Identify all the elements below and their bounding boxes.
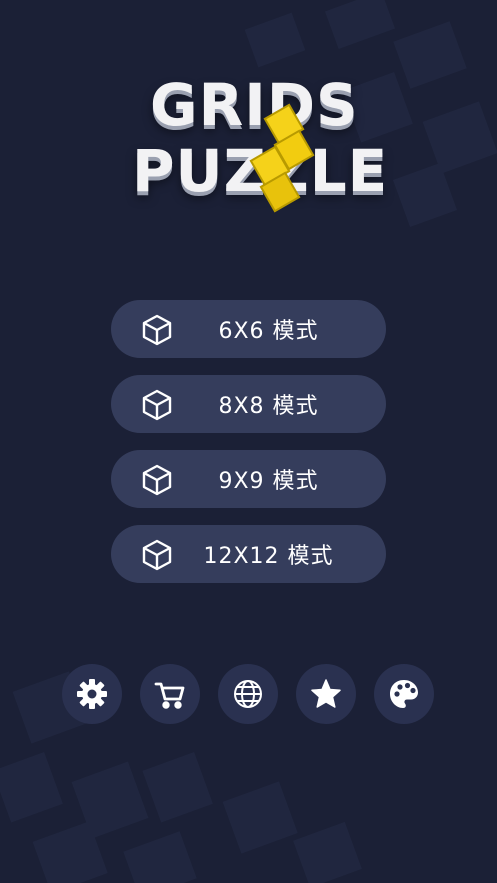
cube-icon	[142, 314, 172, 346]
favorites-button[interactable]	[296, 664, 356, 724]
mode-label: 6X6 模式	[218, 319, 319, 344]
yellow-tetromino-icon	[249, 103, 315, 213]
cube-icon	[142, 389, 172, 421]
mode-8x8-button[interactable]: 8X8 模式	[111, 375, 386, 433]
star-icon	[311, 679, 341, 708]
mode-label: 12X12 模式	[203, 544, 334, 569]
cart-icon	[154, 682, 185, 709]
gear-icon	[77, 679, 107, 709]
globe-icon	[234, 680, 262, 708]
mode-label: 9X9 模式	[218, 469, 319, 494]
mode-label: 8X8 模式	[218, 394, 319, 419]
settings-button[interactable]	[62, 664, 122, 724]
mode-6x6-button[interactable]: 6X6 模式	[111, 300, 386, 358]
cube-icon	[142, 539, 172, 571]
language-button[interactable]	[218, 664, 278, 724]
mode-12x12-button[interactable]: 12X12 模式	[111, 525, 386, 583]
palette-icon	[390, 680, 418, 708]
shop-button[interactable]	[140, 664, 200, 724]
game-logo: GRIDS PUZZLE	[120, 62, 387, 222]
theme-button[interactable]	[374, 664, 434, 724]
cube-icon	[142, 464, 172, 496]
mode-9x9-button[interactable]: 9X9 模式	[111, 450, 386, 508]
